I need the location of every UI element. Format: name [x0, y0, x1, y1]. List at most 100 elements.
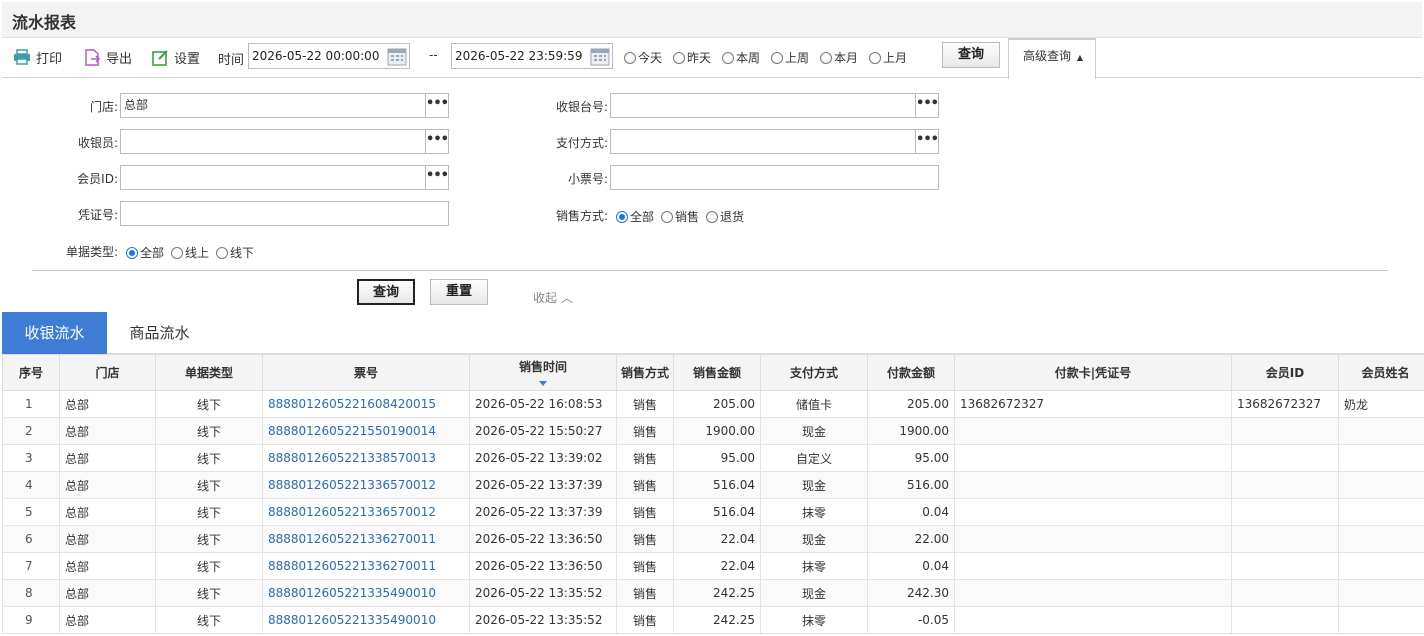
- member-id-field[interactable]: •••: [120, 165, 449, 190]
- doc-type-online-radio[interactable]: 线上: [171, 244, 209, 261]
- voucher-no-label: 凭证号:: [77, 208, 118, 222]
- table-row[interactable]: 3 总部 线下 888801260522133857001​3 2026-05-22 1…: [2, 444, 1424, 472]
- col-header-seq[interactable]: 序号: [2, 354, 60, 391]
- col-header-sale-mode[interactable]: 销售方式: [616, 354, 674, 391]
- cell-sale-time: 2026-05-22 13:37:39: [469, 471, 617, 499]
- receipt-no-field[interactable]: [610, 165, 939, 190]
- col-header-paid-amount[interactable]: 付款金额: [867, 354, 955, 391]
- cell-member-name: [1338, 606, 1424, 634]
- range-this-month-radio[interactable]: 本月: [820, 49, 858, 66]
- register-field[interactable]: •••: [610, 93, 939, 118]
- col-header-ticket-no[interactable]: 票号: [262, 354, 470, 391]
- table-row[interactable]: 5 总部 线下 888801260522133657001​2 2026-05-22 1…: [2, 498, 1424, 526]
- range-last-week-radio[interactable]: 上周: [771, 49, 809, 66]
- table-row[interactable]: 9 总部 线下 888801260522133549001​0 2026-05-22 1…: [2, 606, 1424, 634]
- radio-circle: [869, 51, 881, 64]
- table-row[interactable]: 8 总部 线下 888801260522133549001​0 2026-05-22 1…: [2, 579, 1424, 607]
- range-yesterday-radio[interactable]: 昨天: [673, 49, 711, 66]
- sale-mode-return-radio[interactable]: 退货: [706, 208, 744, 225]
- more-icon[interactable]: •••: [425, 94, 449, 117]
- cell-ticket-no[interactable]: 888801260522133627001​1: [262, 525, 470, 553]
- table-row[interactable]: 2 总部 线下 888801260522155019001​4 2026-05-22 1…: [2, 417, 1424, 445]
- sort-desc-icon: [539, 381, 547, 386]
- calendar-icon[interactable]: [590, 46, 610, 66]
- end-time-value: 2026-05-22 23:59:59: [455, 49, 583, 63]
- col-header-store[interactable]: 门店: [59, 354, 156, 391]
- doc-type-offline-radio[interactable]: 线下: [216, 244, 254, 261]
- range-today-label: 今天: [638, 51, 663, 65]
- cell-doc-type: 线下: [155, 417, 263, 445]
- cell-member-id: [1231, 606, 1339, 634]
- cell-sale-time: 2026-05-22 13:35:52: [469, 579, 617, 607]
- cell-ticket-no[interactable]: 888801260522133657001​2: [262, 498, 470, 526]
- filter-divider: [32, 270, 1388, 271]
- col-header-card-voucher[interactable]: 付款卡|凭证号: [954, 354, 1232, 391]
- doc-type-label: 单据类型:: [65, 245, 118, 259]
- cell-ticket-no[interactable]: 888801260522155019001​4: [262, 417, 470, 445]
- cell-member-id: [1231, 552, 1339, 580]
- start-time-input[interactable]: 2026-05-22 00:00:00: [248, 43, 410, 69]
- tab-product-flow[interactable]: 商品流水: [107, 312, 212, 354]
- range-today-radio[interactable]: 今天: [624, 49, 662, 66]
- transactions-table: 序号 门店 单据类型 票号 销售时间 销售方式 销售金额 支付方式 付款金额 付…: [2, 354, 1424, 634]
- end-time-input[interactable]: 2026-05-22 23:59:59: [451, 43, 613, 69]
- table-row[interactable]: 4 总部 线下 888801260522133657001​2 2026-05-22 1…: [2, 471, 1424, 499]
- table-row[interactable]: 7 总部 线下 888801260522133627001​1 2026-05-22 1…: [2, 552, 1424, 580]
- cell-sale-amount: 22.04: [673, 552, 761, 580]
- table-row[interactable]: 1 总部 线下 888801260522160842001​5 2026-05-22 1…: [2, 390, 1424, 418]
- payment-method-field[interactable]: •••: [610, 129, 939, 154]
- doc-type-all-radio[interactable]: 全部: [126, 244, 164, 261]
- cell-ticket-no[interactable]: 888801260522160842001​5: [262, 390, 470, 418]
- cell-sale-mode: 销售: [616, 417, 674, 445]
- table-row[interactable]: 6 总部 线下 888801260522133627001​1 2026-05-22 1…: [2, 525, 1424, 553]
- col-header-payment-method[interactable]: 支付方式: [760, 354, 868, 391]
- cell-card-voucher: [954, 606, 1232, 634]
- more-icon[interactable]: •••: [425, 166, 449, 189]
- calendar-icon[interactable]: [387, 46, 407, 66]
- more-icon[interactable]: •••: [915, 94, 939, 117]
- cell-ticket-no[interactable]: 888801260522133549001​0: [262, 579, 470, 607]
- export-button[interactable]: 导出: [84, 48, 132, 67]
- cell-sale-amount: 516.04: [673, 471, 761, 499]
- more-icon[interactable]: •••: [425, 130, 449, 153]
- range-last-month-radio[interactable]: 上月: [869, 49, 907, 66]
- col-header-member-id[interactable]: 会员ID: [1231, 354, 1339, 391]
- sale-mode-all-label: 全部: [630, 210, 655, 224]
- col-header-member-name[interactable]: 会员姓名: [1338, 354, 1424, 391]
- cell-store: 总部: [59, 552, 156, 580]
- col-header-doc-type[interactable]: 单据类型: [155, 354, 263, 391]
- cell-sale-time: 2026-05-22 13:35:52: [469, 606, 617, 634]
- voucher-no-field[interactable]: [120, 201, 449, 226]
- cell-paid-amount: 22.00: [867, 525, 955, 553]
- cell-member-name: [1338, 444, 1424, 472]
- sale-mode-all-radio[interactable]: 全部: [616, 208, 654, 225]
- collapse-toggle[interactable]: 收起 ︿: [533, 289, 573, 306]
- cell-ticket-no[interactable]: 888801260522133657001​2: [262, 471, 470, 499]
- tab-cash-flow[interactable]: 收银流水: [2, 312, 107, 354]
- cell-ticket-no[interactable]: 888801260522133857001​3: [262, 444, 470, 472]
- page-title: 流水报表: [12, 13, 77, 32]
- range-this-week-radio[interactable]: 本周: [722, 49, 760, 66]
- cell-sale-amount: 516.04: [673, 498, 761, 526]
- cell-ticket-no[interactable]: 888801260522133627001​1: [262, 552, 470, 580]
- col-header-sale-amount[interactable]: 销售金额: [673, 354, 761, 391]
- filter-query-button[interactable]: 查询: [357, 279, 415, 305]
- radio-circle: [673, 51, 685, 64]
- sale-mode-sale-radio[interactable]: 销售: [661, 208, 699, 225]
- cell-store: 总部: [59, 525, 156, 553]
- filter-reset-button[interactable]: 重置: [430, 279, 488, 305]
- cell-sale-mode: 销售: [616, 498, 674, 526]
- cell-member-id: [1231, 471, 1339, 499]
- cell-ticket-no[interactable]: 888801260522133549001​0: [262, 606, 470, 634]
- settings-button[interactable]: 设置: [152, 48, 200, 67]
- advanced-query-tab[interactable]: 高级查询 ▲: [1008, 38, 1096, 79]
- col-header-sale-time[interactable]: 销售时间: [469, 354, 617, 391]
- query-button[interactable]: 查询: [942, 42, 1000, 68]
- cell-seq: 1: [2, 390, 60, 418]
- col-header-sale-time-label: 销售时间: [518, 360, 567, 374]
- store-field[interactable]: 总部 •••: [120, 93, 449, 118]
- cashier-field[interactable]: •••: [120, 129, 449, 154]
- cell-member-name: [1338, 471, 1424, 499]
- more-icon[interactable]: •••: [915, 130, 939, 153]
- print-button[interactable]: 打印: [13, 48, 62, 67]
